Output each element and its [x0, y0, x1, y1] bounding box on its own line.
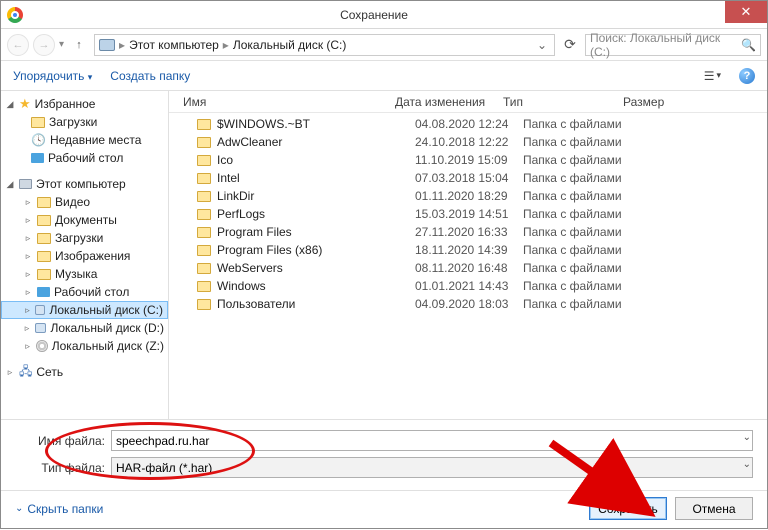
- navbar: ▾ ▸ Этот компьютер ▸ Локальный диск (C:)…: [1, 29, 767, 61]
- folder-icon: [197, 227, 211, 238]
- sidebar-documents[interactable]: ▹Документы: [1, 211, 168, 229]
- sidebar-video[interactable]: ▹Видео: [1, 193, 168, 211]
- column-headers[interactable]: Имя Дата изменения Тип Размер: [169, 91, 767, 113]
- newfolder-button[interactable]: Создать папку: [110, 69, 190, 83]
- folder-icon: [197, 173, 211, 184]
- folder-icon: [197, 209, 211, 220]
- folder-icon: [197, 119, 211, 130]
- folder-icon: [197, 245, 211, 256]
- desktop-icon: [31, 153, 44, 163]
- window-title: Сохранение: [23, 8, 725, 22]
- folder-icon: [197, 299, 211, 310]
- footer: ⌄ Скрыть папки Сохранить Отмена: [1, 490, 767, 530]
- chevron-down-icon: ⌄: [15, 503, 23, 514]
- help-icon[interactable]: ?: [739, 68, 755, 84]
- close-button[interactable]: ✕: [725, 1, 767, 23]
- table-row[interactable]: Windows01.01.2021 14:43Папка с файлами: [169, 277, 767, 295]
- network-icon: 🖧: [19, 362, 32, 383]
- table-row[interactable]: Пользователи04.09.2020 18:03Папка с файл…: [169, 295, 767, 313]
- refresh-button[interactable]: ⟳: [559, 34, 581, 56]
- save-button[interactable]: Сохранить: [589, 497, 667, 520]
- filetype-dropdown[interactable]: ⌄: [743, 459, 751, 470]
- sidebar-desktop[interactable]: Рабочий стол: [1, 149, 168, 167]
- chrome-icon: [7, 7, 23, 23]
- folder-icon: [197, 281, 211, 292]
- titlebar: Сохранение ✕: [1, 1, 767, 29]
- drive-icon: [99, 39, 115, 51]
- file-list: Имя Дата изменения Тип Размер $WINDOWS.~…: [169, 91, 767, 419]
- table-row[interactable]: PerfLogs15.03.2019 14:51Папка с файлами: [169, 205, 767, 223]
- col-date[interactable]: Дата изменения: [395, 95, 503, 109]
- search-icon: 🔍: [741, 38, 756, 52]
- breadcrumb-dropdown[interactable]: ⌄: [534, 38, 550, 52]
- sidebar-pictures[interactable]: ▹Изображения: [1, 247, 168, 265]
- sidebar-drive-c[interactable]: ▹Локальный диск (C:): [1, 301, 168, 319]
- breadcrumb-current[interactable]: Локальный диск (C:): [233, 38, 347, 52]
- history-dropdown[interactable]: ▾: [59, 39, 64, 50]
- address-bar[interactable]: ▸ Этот компьютер ▸ Локальный диск (C:) ⌄: [94, 34, 555, 56]
- table-row[interactable]: Program Files27.11.2020 16:33Папка с фай…: [169, 223, 767, 241]
- folder-icon: [197, 137, 211, 148]
- disc-icon: [36, 340, 47, 352]
- sidebar-recent[interactable]: 🕓Недавние места: [1, 131, 168, 149]
- form-area: Имя файла: ⌄ Тип файла: ⌄: [1, 419, 767, 490]
- organize-button[interactable]: Упорядочить ▾: [13, 69, 92, 83]
- main-area: ◢★ Избранное Загрузки 🕓Недавние места Ра…: [1, 91, 767, 419]
- hide-folders-button[interactable]: ⌄ Скрыть папки: [15, 502, 103, 516]
- filename-label: Имя файла:: [15, 434, 111, 448]
- drive-icon: [35, 305, 45, 315]
- sidebar-desktop2[interactable]: ▹Рабочий стол: [1, 283, 168, 301]
- table-row[interactable]: LinkDir01.11.2020 18:29Папка с файлами: [169, 187, 767, 205]
- filetype-label: Тип файла:: [15, 461, 111, 475]
- folder-icon: [31, 117, 45, 128]
- table-row[interactable]: Program Files (x86)18.11.2020 14:39Папка…: [169, 241, 767, 259]
- sidebar-downloads[interactable]: Загрузки: [1, 113, 168, 131]
- sidebar-downloads2[interactable]: ▹Загрузки: [1, 229, 168, 247]
- table-row[interactable]: AdwCleaner24.10.2018 12:22Папка с файлам…: [169, 133, 767, 151]
- cancel-button[interactable]: Отмена: [675, 497, 753, 520]
- sidebar-favorites[interactable]: ◢★ Избранное: [1, 95, 168, 113]
- forward-button[interactable]: [33, 34, 55, 56]
- col-size[interactable]: Размер: [623, 95, 693, 109]
- folder-icon: [197, 263, 211, 274]
- back-button[interactable]: [7, 34, 29, 56]
- sidebar: ◢★ Избранное Загрузки 🕓Недавние места Ра…: [1, 91, 169, 419]
- recent-icon: 🕓: [31, 133, 46, 147]
- sidebar-music[interactable]: ▹Музыка: [1, 265, 168, 283]
- search-placeholder: Поиск: Локальный диск (C:): [590, 31, 741, 59]
- star-icon: ★: [19, 96, 31, 112]
- col-type[interactable]: Тип: [503, 95, 623, 109]
- folder-icon: [197, 191, 211, 202]
- computer-icon: [19, 179, 32, 189]
- table-row[interactable]: Intel07.03.2018 15:04Папка с файлами: [169, 169, 767, 187]
- table-row[interactable]: Ico11.10.2019 15:09Папка с файлами: [169, 151, 767, 169]
- sidebar-drive-d[interactable]: ▹Локальный диск (D:): [1, 319, 168, 337]
- sidebar-network[interactable]: ▹🖧 Сеть: [1, 363, 168, 381]
- breadcrumb-root[interactable]: Этот компьютер: [129, 38, 219, 52]
- table-row[interactable]: WebServers08.11.2020 16:48Папка с файлам…: [169, 259, 767, 277]
- filetype-select[interactable]: [111, 457, 753, 478]
- table-row[interactable]: $WINDOWS.~BT04.08.2020 12:24Папка с файл…: [169, 115, 767, 133]
- filename-input[interactable]: [111, 430, 753, 451]
- folder-icon: [197, 155, 211, 166]
- toolbar: Упорядочить ▾ Создать папку ☰ ▾ ?: [1, 61, 767, 91]
- col-name[interactable]: Имя: [183, 95, 395, 109]
- sidebar-computer[interactable]: ◢ Этот компьютер: [1, 175, 168, 193]
- filename-dropdown[interactable]: ⌄: [743, 432, 751, 443]
- up-button[interactable]: [68, 34, 90, 56]
- search-input[interactable]: Поиск: Локальный диск (C:) 🔍: [585, 34, 761, 56]
- sidebar-drive-z[interactable]: ▹Локальный диск (Z:): [1, 337, 168, 355]
- file-rows: $WINDOWS.~BT04.08.2020 12:24Папка с файл…: [169, 113, 767, 419]
- view-mode-button[interactable]: ☰ ▾: [704, 69, 721, 83]
